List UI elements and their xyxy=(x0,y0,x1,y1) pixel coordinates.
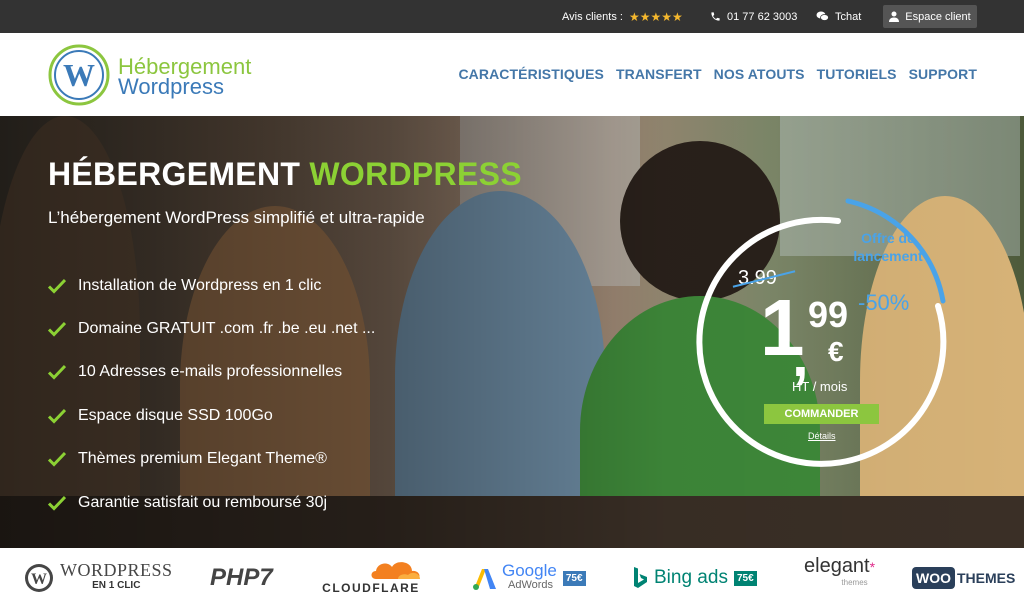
wordpress-sub: EN 1 CLIC xyxy=(92,580,141,591)
nav-support[interactable]: SUPPORT xyxy=(909,66,977,82)
google-credit-badge: 75€ xyxy=(562,570,586,586)
site-logo[interactable]: W Hébergement Wordpress xyxy=(48,42,268,108)
feature-text: Domaine GRATUIT .com .fr .be .eu .net ..… xyxy=(78,320,376,338)
feature-text: Espace disque SSD 100Go xyxy=(78,406,273,424)
google-wordmark: Google AdWords xyxy=(502,561,557,593)
partner-logos: W WORDPRESS EN 1 CLIC PHP7 CLOUDFLARE Go… xyxy=(0,548,1024,604)
logo-mark: W xyxy=(63,57,95,93)
elegant-themes-logo: elegant* themes xyxy=(804,555,876,598)
price-currency: € xyxy=(828,336,844,367)
bing-credit-badge: 75€ xyxy=(733,570,757,586)
cloud-icon xyxy=(371,562,420,579)
client-area-label: Espace client xyxy=(905,10,971,23)
chat-label: Tchat xyxy=(835,10,862,23)
price-offer: Offre de lancement 3.99 -50% 1 , 99 € HT… xyxy=(688,191,948,481)
star-icon: ★ xyxy=(639,9,651,24)
user-icon xyxy=(889,11,900,22)
client-area-button[interactable]: Espace client xyxy=(883,5,977,28)
nav-transfert[interactable]: TRANSFERT xyxy=(616,66,702,82)
feature-text: Garantie satisfait ou remboursé 30j xyxy=(78,493,328,511)
price-cents: 99 xyxy=(808,294,849,335)
main-nav: CARACTÉRISTIQUES TRANSFERT NOS ATOUTS TU… xyxy=(458,66,977,82)
feature-text: Thèmes premium Elegant Theme® xyxy=(78,450,327,468)
star-icon: ★ xyxy=(628,9,640,24)
svg-text:W: W xyxy=(31,571,47,588)
logo-line-2: Wordpress xyxy=(118,74,224,99)
check-icon xyxy=(48,322,66,337)
star-icon: ★ xyxy=(650,9,661,24)
adwords-text: AdWords xyxy=(508,579,554,591)
hero-title: HÉBERGEMENT WORDPRESS xyxy=(48,156,522,193)
elegant-star-icon: * xyxy=(869,559,876,575)
elegant-word: elegant xyxy=(804,555,870,577)
star-icon: ★ xyxy=(672,9,683,24)
feature-item: Thèmes premium Elegant Theme® xyxy=(48,438,375,481)
rating-stars: ★ ★ ★ ★ ★ xyxy=(628,9,683,24)
nav-caracteristiques[interactable]: CARACTÉRISTIQUES xyxy=(458,66,604,82)
reviews-label: Avis clients : xyxy=(562,10,623,23)
phone-link[interactable]: 01 77 62 3003 xyxy=(710,0,797,33)
hero-subtitle: L’hébergement WordPress simplifié et ult… xyxy=(48,208,425,227)
customer-reviews[interactable]: Avis clients : ★ ★ ★ ★ ★ xyxy=(562,0,683,33)
order-button[interactable]: COMMANDER xyxy=(764,404,879,424)
cloudflare-text: CLOUDFLARE xyxy=(322,581,420,595)
feature-text: 10 Adresses e-mails professionnelles xyxy=(78,363,343,381)
chat-icon xyxy=(816,11,829,21)
google-adwords-logo: Google AdWords 75€ xyxy=(472,558,586,598)
price-comma: , xyxy=(792,322,809,389)
cloudflare-logo: CLOUDFLARE xyxy=(318,557,424,599)
chat-link[interactable]: Tchat xyxy=(816,0,861,33)
bing-text: Bing ads xyxy=(654,567,728,588)
feature-item: Domaine GRATUIT .com .fr .be .eu .net ..… xyxy=(48,307,375,350)
launch-offer-label: Offre de lancement xyxy=(838,229,938,265)
check-icon xyxy=(48,495,66,511)
wordpress-logo-icon: W xyxy=(48,44,110,106)
nav-nos-atouts[interactable]: NOS ATOUTS xyxy=(714,66,805,82)
bing-ads-logo: Bing ads 75€ xyxy=(632,558,757,598)
logo-text: Hébergement Wordpress xyxy=(118,56,251,99)
wordpress-text: WORDPRESS xyxy=(60,560,173,580)
feature-item: Espace disque SSD 100Go xyxy=(48,394,375,437)
check-icon xyxy=(48,408,66,424)
woo-badge: WOO xyxy=(912,567,955,589)
bing-icon xyxy=(634,567,647,588)
feature-list: Installation de Wordpress en 1 clic Doma… xyxy=(48,264,375,524)
google-text: Google xyxy=(502,561,557,580)
wordpress-wordmark: WORDPRESS EN 1 CLIC xyxy=(60,560,173,594)
feature-item: Installation de Wordpress en 1 clic xyxy=(48,264,375,307)
hero-banner: HÉBERGEMENT WORDPRESS L’hébergement Word… xyxy=(0,116,1024,548)
woothemes-logo: WOO THEMES xyxy=(912,558,1015,598)
check-icon xyxy=(48,365,66,381)
check-icon xyxy=(48,452,66,467)
hero-title-green: WORDPRESS xyxy=(309,156,522,192)
nav-tutoriels[interactable]: TUTORIELS xyxy=(817,66,897,82)
php-logo: PHP7 xyxy=(210,558,273,598)
top-bar: Avis clients : ★ ★ ★ ★ ★ 01 77 62 3003 T… xyxy=(0,0,1024,33)
price-unit: HT / mois xyxy=(792,379,848,394)
launch-offer-line-2: lancement xyxy=(853,248,923,264)
adwords-icon xyxy=(473,569,496,590)
elegant-text: elegant* xyxy=(804,555,876,577)
check-icon xyxy=(48,278,66,294)
wordpress-partner-logo: W WORDPRESS EN 1 CLIC xyxy=(24,558,173,598)
site-header: W Hébergement Wordpress CARACTÉRISTIQUES… xyxy=(0,33,1024,116)
details-link[interactable]: Détails xyxy=(808,431,836,441)
launch-offer-line-1: Offre de xyxy=(861,230,915,246)
feature-text: Installation de Wordpress en 1 clic xyxy=(78,276,322,294)
feature-item: 10 Adresses e-mails professionnelles xyxy=(48,351,375,394)
hero-title-white: HÉBERGEMENT xyxy=(48,156,310,192)
star-icon: ★ xyxy=(661,9,672,24)
php-text: PHP7 xyxy=(210,564,273,591)
themes-text: THEMES xyxy=(957,570,1016,586)
discount-badge: -50% xyxy=(858,290,910,315)
phone-number: 01 77 62 3003 xyxy=(727,10,798,23)
phone-icon xyxy=(711,12,720,21)
elegant-sub: themes xyxy=(841,578,868,587)
feature-item: Garantie satisfait ou remboursé 30j xyxy=(48,481,375,524)
wordpress-icon: W xyxy=(25,564,53,592)
